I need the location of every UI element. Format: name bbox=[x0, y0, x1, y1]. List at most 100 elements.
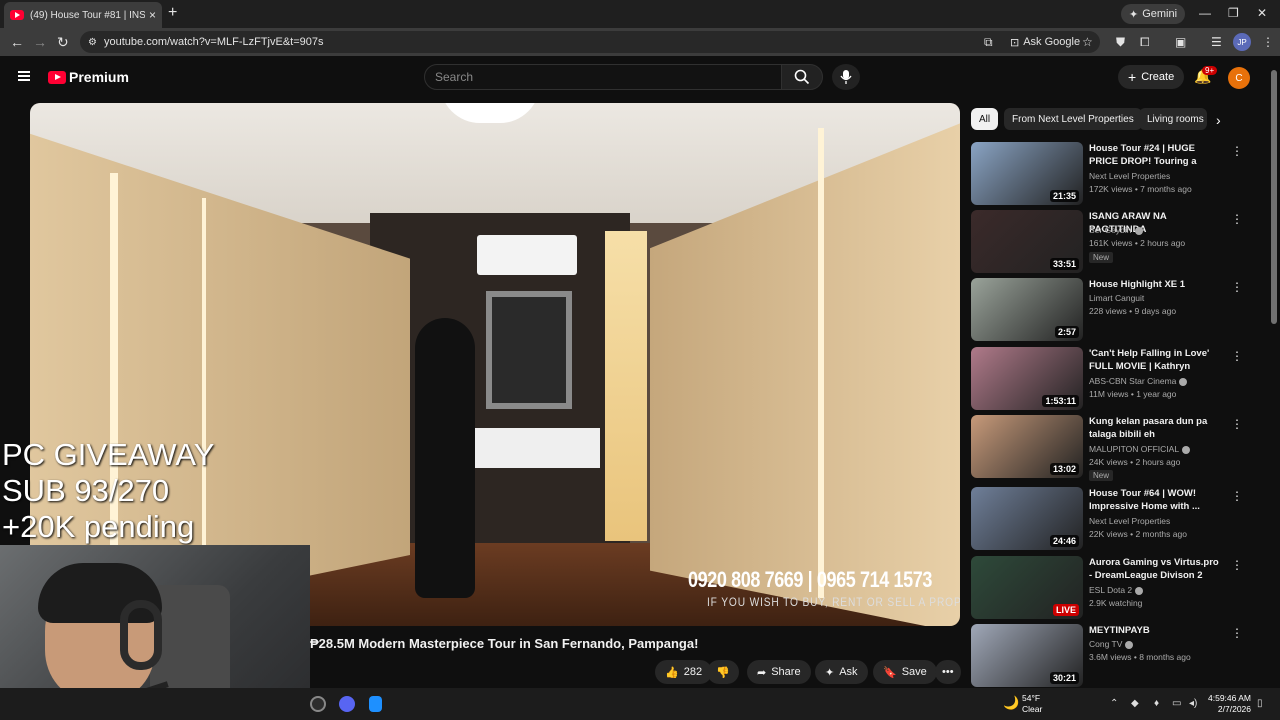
more-options-icon[interactable]: ⋮ bbox=[1231, 349, 1243, 363]
profile-avatar[interactable]: JP bbox=[1233, 33, 1251, 51]
create-button[interactable]: + Create bbox=[1118, 65, 1185, 89]
moon-weather-icon: 🌙 bbox=[1003, 695, 1020, 710]
channel-name[interactable]: Ser Geybin bbox=[1089, 225, 1143, 235]
new-tab-button[interactable]: + bbox=[168, 4, 177, 22]
extensions-icon[interactable]: ⧠ bbox=[1140, 35, 1150, 50]
chip-living-rooms[interactable]: Living rooms bbox=[1139, 108, 1207, 130]
clock-date: 2/7/2026 bbox=[1217, 704, 1252, 714]
notification-center-icon[interactable]: ▯ bbox=[1257, 698, 1263, 709]
bookmark-star-icon[interactable]: ☆ bbox=[1082, 35, 1093, 49]
browser-tab-strip: (49) House Tour #81 | INSIDE TH × + ✦ Ge… bbox=[0, 0, 1280, 28]
volume-icon[interactable]: ◂) bbox=[1189, 698, 1197, 709]
video-title-link[interactable]: Aurora Gaming vs Virtus.pro - DreamLeagu… bbox=[1089, 556, 1221, 582]
tab-close-button[interactable]: × bbox=[149, 8, 156, 22]
recommended-video[interactable]: 21:35 House Tour #24 | HUGE PRICE DROP! T… bbox=[971, 142, 1251, 206]
hamburger-menu-icon[interactable] bbox=[18, 71, 30, 81]
recommended-video[interactable]: 33:51 ISANG ARAW NA PAGTITINDA Ser Geybin 1… bbox=[971, 210, 1251, 274]
mic-tray-icon[interactable]: ♦ bbox=[1154, 698, 1159, 709]
network-icon[interactable]: ▭ bbox=[1172, 698, 1181, 709]
chip-from-channel[interactable]: From Next Level Properties bbox=[1004, 108, 1142, 130]
chevron-right-icon[interactable]: › bbox=[1216, 112, 1221, 128]
recommended-video[interactable]: 2:57 House Highlight XE 1 Limart Canguit 22… bbox=[971, 278, 1251, 342]
taskbar-clock[interactable]: 4:59:46 AM 2/7/2026 bbox=[1208, 693, 1251, 715]
like-button[interactable]: 👍 282 bbox=[655, 660, 713, 684]
search-button[interactable] bbox=[781, 64, 823, 90]
channel-name[interactable]: Cong TV bbox=[1089, 639, 1134, 649]
reading-list-icon[interactable]: ☰ bbox=[1211, 35, 1222, 49]
channel-name[interactable]: Limart Canguit bbox=[1089, 293, 1144, 303]
more-options-icon[interactable]: ⋮ bbox=[1231, 280, 1243, 294]
more-actions-button[interactable]: ••• bbox=[935, 660, 961, 684]
tray-chevron-icon[interactable]: ⌃ bbox=[1110, 698, 1118, 709]
address-bar[interactable]: ⚙ youtube.com/watch?v=MLF-LzFTjvE&t=907s bbox=[80, 31, 1100, 53]
chip-all[interactable]: All bbox=[971, 108, 999, 130]
video-thumbnail[interactable]: 24:46 bbox=[971, 487, 1083, 550]
channel-name[interactable]: ABS-CBN Star Cinema bbox=[1089, 376, 1188, 386]
video-title-link[interactable]: MEYTINPAYB bbox=[1089, 624, 1221, 637]
close-window-button[interactable]: ✕ bbox=[1257, 6, 1267, 20]
video-title-link[interactable]: House Tour #64 | WOW! Impressive Home wi… bbox=[1089, 487, 1221, 513]
discord-icon[interactable] bbox=[339, 696, 355, 712]
video-thumbnail[interactable]: 21:35 bbox=[971, 142, 1083, 205]
reload-icon[interactable]: ↻ bbox=[57, 34, 69, 51]
maximize-button[interactable]: ❐ bbox=[1228, 6, 1239, 20]
video-title-link[interactable]: Kung kelan pasara dun pa talaga bibili e… bbox=[1089, 415, 1221, 441]
minimize-button[interactable]: — bbox=[1199, 6, 1211, 20]
recommended-video[interactable]: 1:53:11 'Can't Help Falling in Love' FULL… bbox=[971, 347, 1251, 411]
gemini-button[interactable]: ✦ Gemini bbox=[1121, 4, 1186, 24]
more-options-icon[interactable]: ⋮ bbox=[1231, 626, 1243, 640]
video-thumbnail[interactable]: 30:21 bbox=[971, 624, 1083, 687]
more-options-icon[interactable]: ⋮ bbox=[1231, 144, 1243, 158]
back-arrow-icon[interactable]: ← bbox=[10, 34, 24, 50]
shield-icon[interactable]: ⛊ bbox=[1116, 35, 1125, 50]
browser-tab-active[interactable]: (49) House Tour #81 | INSIDE TH × bbox=[4, 2, 162, 28]
save-button[interactable]: 🔖 Save bbox=[873, 660, 937, 684]
account-avatar[interactable]: C bbox=[1228, 67, 1250, 89]
dropbox-icon[interactable]: ◆ bbox=[1131, 698, 1139, 709]
obs-icon[interactable] bbox=[310, 696, 326, 712]
more-options-icon[interactable]: ⋮ bbox=[1231, 212, 1243, 226]
recommended-video[interactable]: 24:46 House Tour #64 | WOW! Impressive Ho… bbox=[971, 487, 1251, 551]
ask-button[interactable]: ✦ Ask bbox=[815, 660, 868, 684]
channel-name[interactable]: MALUPITON OFFICIAL bbox=[1089, 444, 1191, 454]
weather-condition: Clear bbox=[1022, 704, 1043, 714]
share-arrow-icon: ➦ bbox=[757, 666, 767, 679]
recommended-video[interactable]: 30:21 MEYTINPAYB Cong TV 3.6M views • 8 mon… bbox=[971, 624, 1251, 688]
split-view-icon[interactable]: ▣ bbox=[1175, 35, 1186, 49]
forward-arrow-icon[interactable]: → bbox=[33, 34, 47, 50]
voice-search-button[interactable] bbox=[832, 64, 860, 90]
more-options-icon[interactable]: ⋮ bbox=[1231, 558, 1243, 572]
more-options-icon[interactable]: ⋮ bbox=[1231, 417, 1243, 431]
video-title-link[interactable]: House Tour #24 | HUGE PRICE DROP! Tourin… bbox=[1089, 142, 1221, 168]
channel-name[interactable]: ESL Dota 2 bbox=[1089, 585, 1144, 595]
ask-google-button[interactable]: ⊡ Ask Google bbox=[1004, 33, 1086, 51]
more-dots-icon: ••• bbox=[942, 666, 954, 678]
video-thumbnail[interactable]: LIVE bbox=[971, 556, 1083, 619]
weather-widget[interactable]: 54°F Clear bbox=[1022, 693, 1042, 715]
recommended-video[interactable]: 13:02 Kung kelan pasara dun pa talaga bib… bbox=[971, 415, 1251, 481]
new-badge: New bbox=[1089, 470, 1114, 481]
share-button[interactable]: ➦ Share bbox=[747, 660, 811, 684]
video-thumbnail[interactable]: 1:53:11 bbox=[971, 347, 1083, 410]
scrollbar-thumb[interactable] bbox=[1271, 70, 1277, 324]
video-thumbnail[interactable]: 2:57 bbox=[971, 278, 1083, 341]
temperature: 54°F bbox=[1022, 693, 1041, 703]
video-thumbnail[interactable]: 13:02 bbox=[971, 415, 1083, 478]
gemini-label: Gemini bbox=[1142, 8, 1178, 20]
youtube-premium-logo[interactable]: Premium bbox=[48, 69, 129, 85]
dislike-button[interactable]: 👎 bbox=[707, 660, 739, 684]
video-title-link[interactable]: House Highlight XE 1 bbox=[1089, 278, 1221, 291]
install-app-icon[interactable]: ⧉ bbox=[984, 35, 993, 50]
site-info-icon[interactable]: ⚙ bbox=[88, 37, 97, 48]
video-title-link[interactable]: 'Can't Help Falling in Love' FULL MOVIE … bbox=[1089, 347, 1221, 373]
recommended-video[interactable]: LIVE Aurora Gaming vs Virtus.pro - DreamL… bbox=[971, 556, 1251, 620]
channel-name[interactable]: Next Level Properties bbox=[1089, 516, 1170, 526]
view-meta: 161K views • 2 hours ago bbox=[1089, 238, 1186, 248]
video-thumbnail[interactable]: 33:51 bbox=[971, 210, 1083, 273]
search-input[interactable]: Search bbox=[424, 64, 782, 90]
channel-name[interactable]: Next Level Properties bbox=[1089, 171, 1170, 181]
notepad-icon[interactable] bbox=[369, 696, 382, 712]
channel-label: Cong TV bbox=[1089, 639, 1123, 649]
more-menu-icon[interactable]: ⋮ bbox=[1262, 35, 1274, 49]
more-options-icon[interactable]: ⋮ bbox=[1231, 489, 1243, 503]
